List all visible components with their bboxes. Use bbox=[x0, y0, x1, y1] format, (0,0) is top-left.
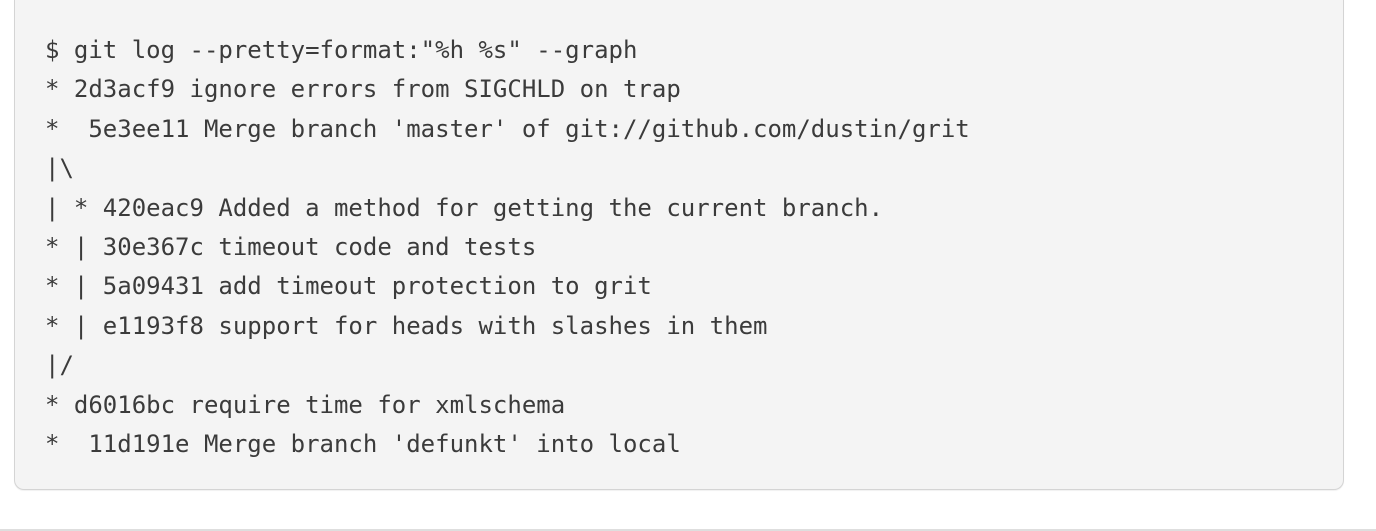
graph-line: |\ bbox=[45, 154, 74, 183]
log-line: | * 420eac9 Added a method for getting t… bbox=[45, 193, 884, 222]
code-listing: $ git log --pretty=format:"%h %s" --grap… bbox=[45, 31, 970, 464]
code-block: $ git log --pretty=format:"%h %s" --grap… bbox=[14, 0, 1344, 490]
log-line: * 11d191e Merge branch 'defunkt' into lo… bbox=[45, 429, 681, 458]
log-line: * | 30e367c timeout code and tests bbox=[45, 232, 537, 261]
graph-line: |/ bbox=[45, 351, 74, 380]
log-line: * | e1193f8 support for heads with slash… bbox=[45, 311, 768, 340]
log-line: * 2d3acf9 ignore errors from SIGCHLD on … bbox=[45, 75, 681, 104]
log-line: * 5e3ee11 Merge branch 'master' of git:/… bbox=[45, 114, 970, 143]
log-line: * d6016bc require time for xmlschema bbox=[45, 390, 566, 419]
command-line: $ git log --pretty=format:"%h %s" --grap… bbox=[45, 36, 638, 64]
log-line: * | 5a09431 add timeout protection to gr… bbox=[45, 272, 652, 301]
